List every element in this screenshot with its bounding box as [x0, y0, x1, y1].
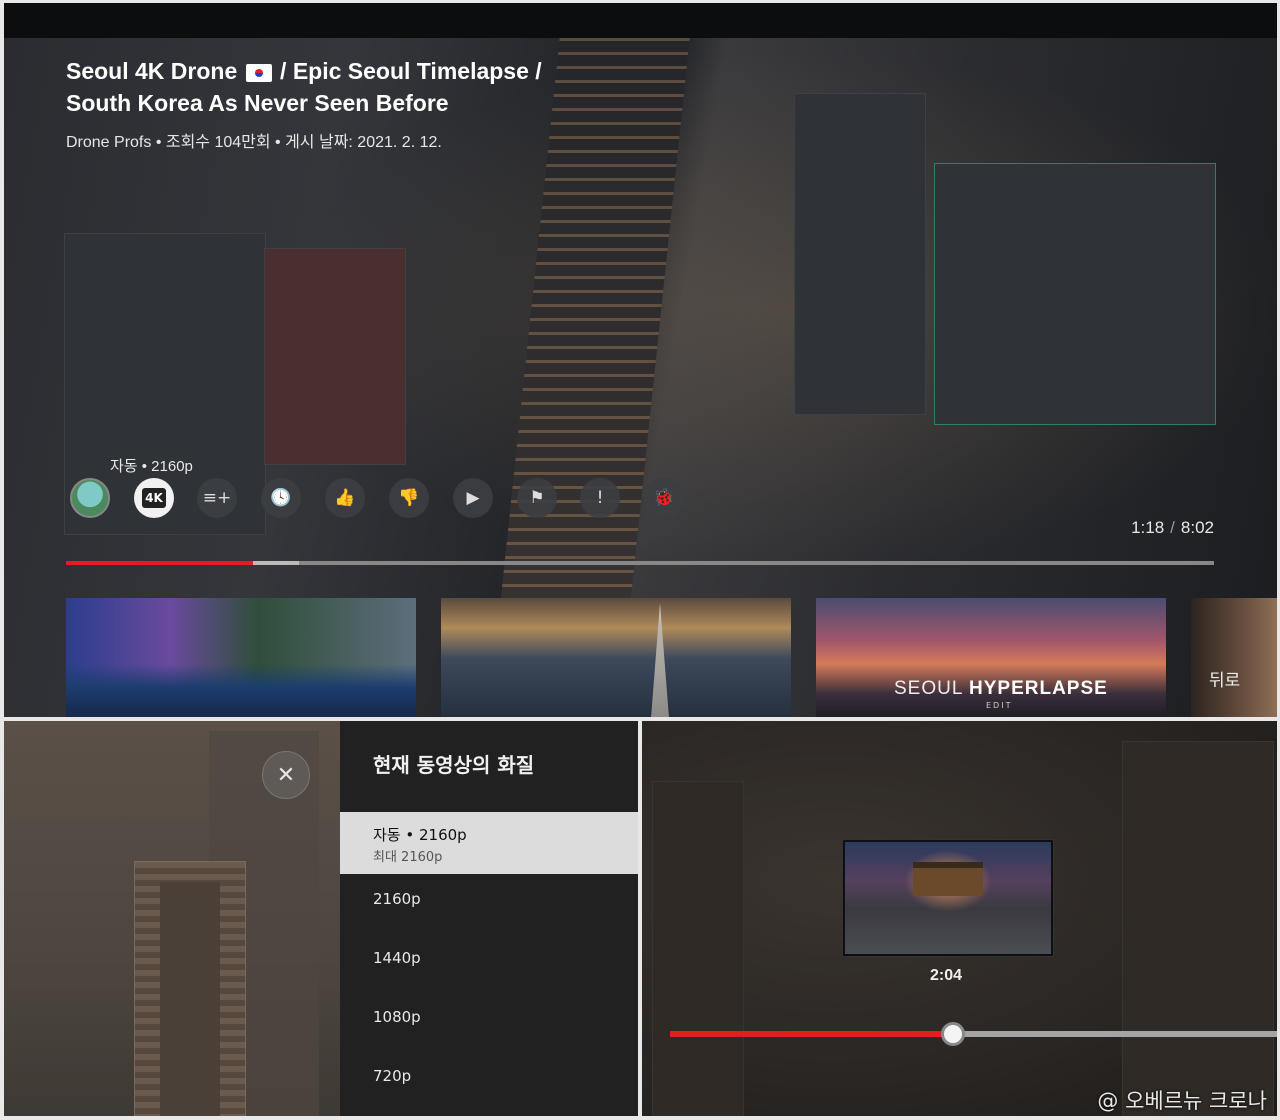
related-video-thumbnail[interactable]: [66, 598, 416, 717]
quality-menu-title: 현재 동영상의 화질: [373, 753, 535, 777]
thumbnail-overlay-text: SEOUL HYPERLAPSE: [894, 678, 1108, 700]
background-building: [652, 781, 744, 1116]
overlay-light: SEOUL: [894, 678, 963, 699]
preview-image: [845, 842, 1051, 954]
like-button[interactable]: 👍: [325, 478, 365, 518]
quality-option-sub: 최대 2160p: [373, 850, 443, 865]
time-total: 8:02: [1180, 518, 1214, 537]
preview-gate-shape: [913, 862, 983, 896]
quality-tooltip: 자동 • 2160p: [110, 458, 193, 475]
youtube-button[interactable]: ▶: [453, 478, 493, 518]
playlist-add-icon: ≡+: [202, 488, 232, 508]
quality-option-label: 1440p: [373, 949, 421, 967]
progress-bar[interactable]: [66, 561, 1214, 565]
watch-later-button[interactable]: 🕓: [261, 478, 301, 518]
flag-icon: ⚑: [529, 488, 545, 508]
related-video-thumbnail[interactable]: SEOUL HYPERLAPSE EDIT: [816, 598, 1166, 717]
youtube-icon: ▶: [466, 488, 480, 508]
quality-option-1080p[interactable]: 1080p: [340, 996, 638, 1058]
quality-option-auto[interactable]: 자동 • 2160p 최대 2160p: [340, 812, 638, 874]
top-bar: [4, 3, 1277, 38]
quality-option-2160p[interactable]: 2160p: [340, 878, 638, 940]
clock-icon: 🕓: [270, 488, 292, 508]
background-building: [1122, 741, 1274, 1116]
video-building: [794, 93, 926, 415]
4k-icon: 4K: [142, 488, 166, 508]
seek-preview-thumbnail: [842, 839, 1054, 957]
korea-flag-icon: [245, 63, 272, 82]
back-thumbnail[interactable]: 뒤로: [1191, 598, 1277, 717]
overlay-bold: HYPERLAPSE: [969, 678, 1108, 699]
video-meta: Drone Profs • 조회수 104만회 • 게시 날짜: 2021. 2…: [66, 134, 442, 151]
video-title: Seoul 4K Drone / Epic Seoul Timelapse / …: [66, 55, 586, 119]
thumbs-up-icon: 👍: [334, 488, 356, 508]
feedback-button[interactable]: !: [580, 478, 620, 518]
seek-handle[interactable]: [940, 1022, 965, 1046]
video-player-panel: Seoul 4K Drone / Epic Seoul Timelapse / …: [4, 3, 1277, 717]
time-display: 1:18 / 8:02: [1131, 518, 1214, 538]
quality-4k-button[interactable]: 4K: [134, 478, 174, 518]
video-building: [264, 248, 406, 465]
quality-option-1440p[interactable]: 1440p: [340, 937, 638, 999]
channel-avatar[interactable]: [70, 478, 110, 518]
quality-menu: 현재 동영상의 화질 자동 • 2160p 최대 2160p 2160p 144…: [340, 721, 638, 1116]
back-label: 뒤로: [1209, 671, 1241, 691]
title-line2: South Korea As Never Seen Before: [66, 90, 449, 116]
seek-preview-time: 2:04: [930, 967, 963, 984]
progress-played: [66, 561, 254, 565]
tower-shape: [651, 603, 669, 717]
video-building: [934, 163, 1216, 425]
close-button[interactable]: ✕: [262, 751, 310, 799]
close-icon: ✕: [276, 762, 296, 788]
quality-option-label: 720p: [373, 1067, 412, 1085]
debug-button[interactable]: 🐞: [644, 478, 684, 518]
dislike-button[interactable]: 👎: [389, 478, 429, 518]
quality-menu-panel: ✕ 현재 동영상의 화질 자동 • 2160p 최대 2160p 2160p 1…: [4, 721, 638, 1116]
quality-option-720p[interactable]: 720p: [340, 1055, 638, 1116]
quality-option-label: 자동 • 2160p: [373, 826, 467, 844]
feedback-icon: !: [596, 488, 604, 508]
bug-icon: 🐞: [653, 488, 675, 508]
time-separator: /: [1170, 518, 1175, 537]
building-core: [160, 882, 220, 1116]
add-to-playlist-button[interactable]: ≡+: [197, 478, 237, 518]
report-button[interactable]: ⚑: [517, 478, 557, 518]
title-line1-suffix: / Epic Seoul Timelapse /: [280, 58, 542, 84]
quality-option-label: 2160p: [373, 890, 421, 908]
seek-played: [670, 1031, 953, 1037]
overlay-sub: EDIT: [986, 701, 1013, 710]
scrub-preview-panel: 2:04 @ 오베르뉴 크로나: [642, 721, 1277, 1116]
related-video-thumbnail[interactable]: [441, 598, 791, 717]
watermark: @ 오베르뉴 크로나: [1097, 1089, 1267, 1113]
background-building: [134, 861, 246, 1116]
time-current: 1:18: [1131, 518, 1165, 537]
seek-bar[interactable]: [670, 1022, 1277, 1046]
thumbs-down-icon: 👎: [398, 488, 420, 508]
title-line1-prefix: Seoul 4K Drone: [66, 58, 238, 84]
quality-option-label: 1080p: [373, 1008, 421, 1026]
